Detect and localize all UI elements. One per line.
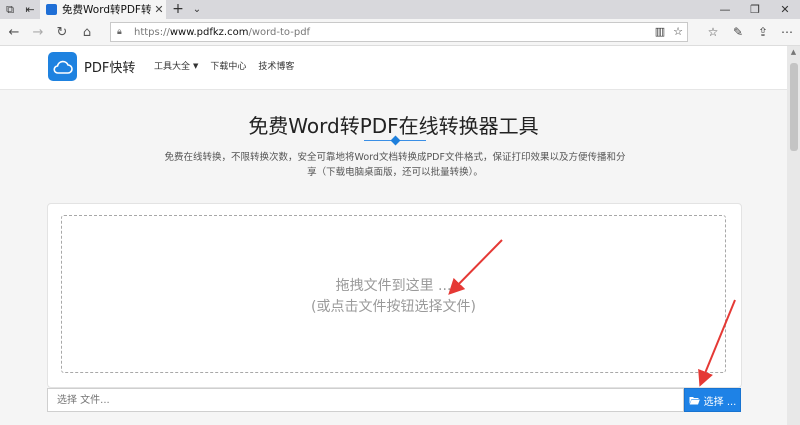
reading-view-icon[interactable]: ▥ (655, 25, 665, 38)
url-scheme: https:// (134, 26, 170, 38)
description-line: 免费在线转换，不限转换次数，安全可靠地将Word文档转换成PDF文件格式，保证打… (164, 152, 626, 163)
scroll-thumb[interactable] (790, 63, 798, 151)
description-line: 享（下载电脑桌面版，还可以批量转换）。 (307, 167, 483, 178)
main-nav: 工具大全 ▼ 下载中心 技术博客 (154, 59, 294, 73)
logo-cloud-icon[interactable] (48, 52, 77, 81)
minimize-icon[interactable]: — (710, 0, 740, 19)
share-icon[interactable]: ⇪ (752, 23, 774, 42)
url-path: /word-to-pdf (248, 26, 311, 38)
folder-open-icon (689, 396, 700, 405)
url-field[interactable]: 🔒︎ https://www.pdfkz.com/word-to-pdf ▥ ☆ (110, 22, 688, 42)
favorites-list-icon[interactable]: ☆ (702, 23, 724, 42)
scroll-up-arrow-icon[interactable]: ▲ (788, 48, 799, 58)
refresh-icon[interactable]: ↻ (51, 23, 73, 42)
favorite-star-icon[interactable]: ☆ (673, 25, 683, 38)
logo-text[interactable]: PDF快转 (84, 57, 135, 76)
back-arrow-icon[interactable]: ← (3, 23, 25, 42)
caret-down-icon: ▼ (193, 61, 199, 70)
window-close-icon[interactable]: ✕ (770, 0, 800, 19)
nav-item-download[interactable]: 下载中心 (210, 59, 246, 72)
url-host: www.pdfkz.com (169, 26, 249, 38)
forward-arrow-icon[interactable]: → (27, 23, 49, 42)
site-header: PDF快转 工具大全 ▼ 下载中心 技术博客 (0, 46, 787, 90)
more-menu-icon[interactable]: ⋯ (776, 23, 798, 42)
lock-icon: 🔒︎ (117, 27, 122, 37)
page-description: 免费在线转换，不限转换次数，安全可靠地将Word文档转换成PDF文件格式，保证打… (160, 150, 630, 180)
tab-title: 免费Word转PDF转换器 (62, 4, 152, 16)
tab-groups-icon[interactable]: ⧉ (0, 0, 20, 19)
file-path-input[interactable] (47, 388, 684, 412)
nav-item-label: 工具大全 (154, 62, 191, 72)
tab-close-icon[interactable]: ✕ (152, 3, 166, 16)
back-tabs-icon[interactable]: ⇤ (20, 0, 40, 19)
nav-item-tools[interactable]: 工具大全 ▼ (154, 59, 199, 73)
maximize-icon[interactable]: ❐ (740, 0, 770, 19)
site-favicon-icon (46, 4, 57, 15)
browser-tab-active[interactable]: 免费Word转PDF转换器 ✕ (40, 0, 166, 19)
home-icon[interactable]: ⌂ (76, 23, 98, 42)
new-tab-icon[interactable]: + (170, 0, 186, 19)
pen-notes-icon[interactable]: ✎ (727, 23, 749, 42)
address-bar: ← → ↻ ⌂ 🔒︎ https://www.pdfkz.com/word-to… (0, 19, 800, 46)
nav-item-blog[interactable]: 技术博客 (258, 59, 294, 72)
tab-list-chevron-icon[interactable]: ⌄ (190, 0, 204, 19)
choose-file-button[interactable]: 选择 ... (684, 388, 741, 412)
page-title: 免费Word转PDF在线转换器工具 (248, 114, 539, 138)
dropzone-hint: 拖拽文件到这里 ... (335, 278, 452, 294)
dropzone-subhint: (或点击文件按钮选择文件) (311, 299, 476, 315)
choose-button-label: 选择 ... (703, 396, 737, 408)
